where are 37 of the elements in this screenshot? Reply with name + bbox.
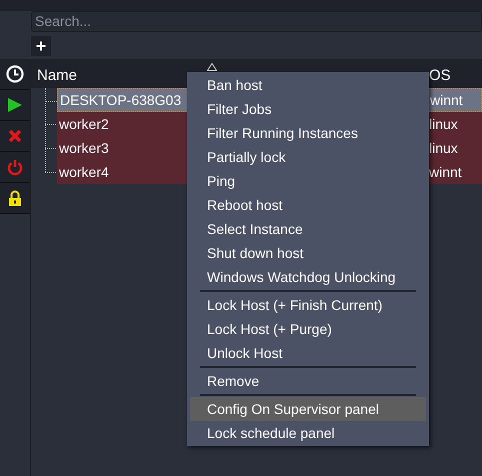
power-icon <box>7 158 23 176</box>
menu-item[interactable]: Config On Supervisor panel <box>190 397 426 421</box>
menu-item[interactable]: Select Instance <box>190 217 426 241</box>
menu-item[interactable]: Lock Host (+ Finish Current) <box>190 293 426 317</box>
column-header[interactable]: OS <box>429 65 451 88</box>
menu-item[interactable]: Windows Watchdog Unlocking <box>190 265 426 289</box>
search-field[interactable]: Search... <box>31 11 482 32</box>
table-cell-text: worker3 <box>59 138 109 158</box>
close-icon <box>8 129 22 143</box>
add-button[interactable]: + <box>31 36 51 56</box>
lock-icon <box>8 190 22 206</box>
table-cell-text: winnt <box>429 162 462 182</box>
menu-item[interactable]: Lock Host (+ Purge) <box>190 317 426 341</box>
clock-icon <box>6 65 24 83</box>
table-cell-text: linux <box>429 138 458 158</box>
table-cell-text: linux <box>429 114 458 134</box>
menu-item[interactable]: Filter Running Instances <box>190 121 426 145</box>
start-button[interactable] <box>0 90 30 121</box>
table-cell-text: DESKTOP-638G03 <box>60 90 182 110</box>
menu-item[interactable]: Ban host <box>190 73 426 97</box>
menu-item[interactable]: Reboot host <box>190 193 426 217</box>
power-button[interactable] <box>0 152 30 183</box>
menu-item[interactable]: Ping <box>190 169 426 193</box>
column-header[interactable]: Name <box>37 65 78 88</box>
menu-item[interactable]: Unlock Host <box>190 341 426 365</box>
menu-item[interactable]: Partially lock <box>190 145 426 169</box>
menu-item[interactable]: Lock schedule panel <box>190 421 426 445</box>
menu-item[interactable]: Remove <box>190 369 426 393</box>
table-cell-text: worker2 <box>59 114 109 134</box>
menu-item[interactable]: Filter Jobs <box>190 97 426 121</box>
clock-button[interactable] <box>0 59 30 90</box>
stop-button[interactable] <box>0 121 30 152</box>
table-cell-text: worker4 <box>59 162 109 182</box>
play-icon <box>7 97 23 113</box>
lock-button[interactable] <box>0 183 30 214</box>
table-cell-text: winnt <box>430 90 463 110</box>
menu-item[interactable]: Shut down host <box>190 241 426 265</box>
